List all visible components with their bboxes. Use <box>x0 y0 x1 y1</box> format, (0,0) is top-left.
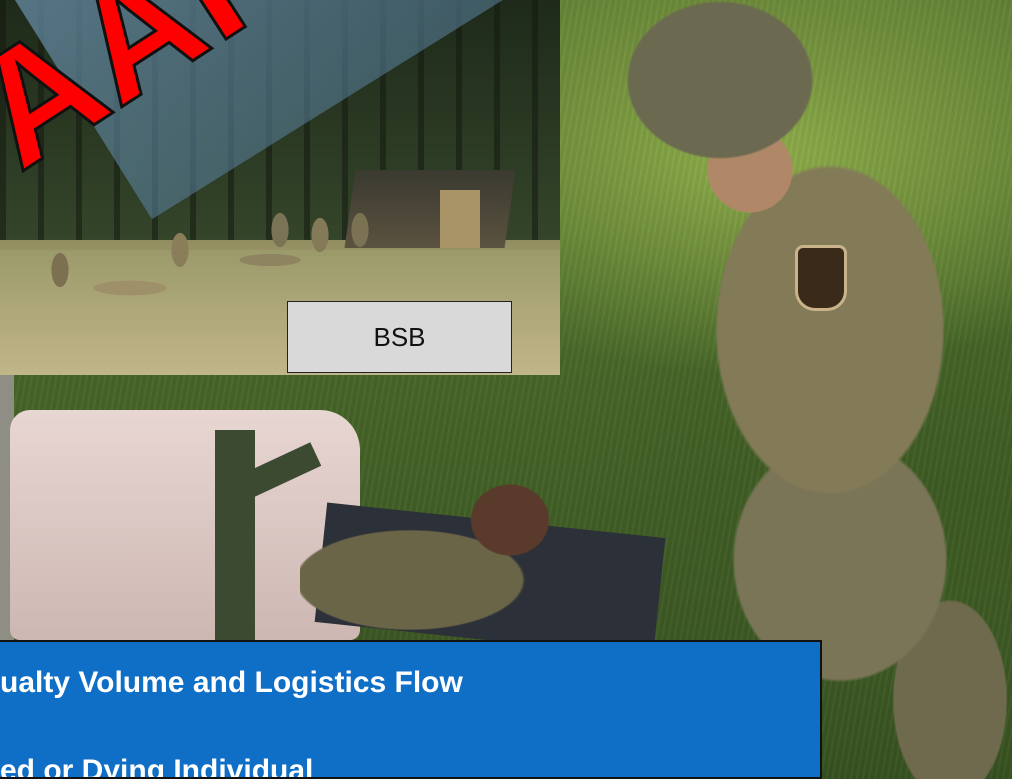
caption-panel: ualty Volume and Logistics Flow ed or Dy… <box>0 640 822 779</box>
bsb-label: BSB <box>287 301 512 373</box>
caption-line-2: ed or Dying Individual <box>0 754 314 779</box>
soldiers-group-image <box>20 190 420 300</box>
caption-line-1: ualty Volume and Logistics Flow <box>0 666 463 699</box>
litter-strap-image <box>215 430 255 640</box>
casualty-image <box>300 450 620 640</box>
tent-flap <box>440 190 480 248</box>
shoulder-patch-image <box>795 245 847 311</box>
background-photo: AAR BSB ualty Volume and Logistics Flow … <box>0 0 1012 779</box>
